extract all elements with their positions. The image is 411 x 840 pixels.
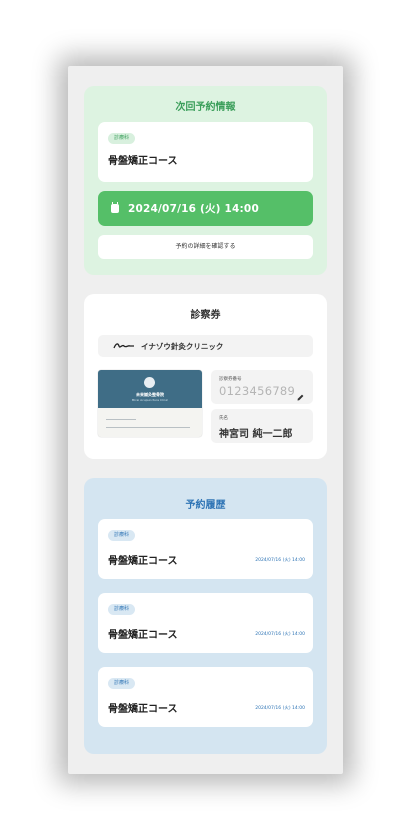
- reservation-datetime: 2024/07/16 (火) 14:00: [128, 203, 259, 215]
- next-reservation-card: 診療科 骨盤矯正コース: [98, 122, 313, 182]
- course-name: 骨盤矯正コース: [108, 156, 178, 167]
- course-name: 骨盤矯正コース: [108, 630, 178, 641]
- history-item[interactable]: 診療科 骨盤矯正コース 2024/07/16 (火) 14:00: [98, 667, 313, 727]
- reservation-datetime-button[interactable]: 2024/07/16 (火) 14:00: [98, 191, 313, 226]
- calendar-icon: [111, 202, 119, 213]
- category-badge: 診療科: [108, 530, 136, 541]
- course-name: 骨盤矯正コース: [108, 704, 178, 715]
- history-title: 予約履歴: [185, 500, 226, 511]
- clinic-logo-icon: [113, 342, 135, 350]
- course-name: 骨盤矯正コース: [108, 556, 178, 567]
- card-logo-icon: [144, 377, 155, 388]
- ticket-card-image: 未来鍼灸整骨院 Mirai Acupuncture Clinic: [98, 370, 202, 437]
- category-badge: 診療科: [108, 678, 136, 689]
- reservation-history-section: 予約履歴 診療科 骨盤矯正コース 2024/07/16 (火) 14:00 診療…: [84, 478, 327, 754]
- history-datetime: 2024/07/16 (火) 14:00: [255, 632, 305, 637]
- history-item[interactable]: 診療科 骨盤矯正コース 2024/07/16 (火) 14:00: [98, 519, 313, 579]
- patient-name-field: 氏名 神宮司 純一二郎: [211, 409, 313, 443]
- clinic-name: イナゾウ針灸クリニック: [141, 341, 224, 351]
- consultation-ticket-section: 診察券 イナゾウ針灸クリニック 未来鍼灸整骨院 Mirai Acupunctur…: [84, 294, 327, 459]
- ticket-number-value: 0123456789: [219, 384, 296, 398]
- ticket-title: 診察券: [190, 310, 221, 321]
- card-clinic-subtitle: Mirai Acupuncture Clinic: [131, 398, 169, 402]
- patient-name-label: 氏名: [219, 416, 228, 421]
- category-badge: 診療科: [108, 604, 136, 615]
- card-header-band: [98, 370, 202, 408]
- card-line: [106, 427, 190, 428]
- next-reservation-title: 次回予約情報: [175, 102, 236, 113]
- clinic-row: イナゾウ針灸クリニック: [98, 335, 313, 357]
- patient-name-value: 神宮司 純一二郎: [219, 429, 293, 440]
- ticket-number-field: 診察券番号 0123456789: [211, 370, 313, 404]
- history-item[interactable]: 診療科 骨盤矯正コース 2024/07/16 (火) 14:00: [98, 593, 313, 653]
- card-line: [106, 419, 136, 420]
- history-datetime: 2024/07/16 (火) 14:00: [255, 706, 305, 711]
- app-screen: 次回予約情報 診療科 骨盤矯正コース 2024/07/16 (火) 14:00 …: [68, 66, 343, 774]
- history-datetime: 2024/07/16 (火) 14:00: [255, 558, 305, 563]
- next-reservation-section: 次回予約情報 診療科 骨盤矯正コース 2024/07/16 (火) 14:00 …: [84, 86, 327, 275]
- view-details-button[interactable]: 予約の詳細を確認する: [98, 235, 313, 259]
- ticket-number-label: 診察券番号: [219, 377, 242, 382]
- pencil-icon[interactable]: [296, 387, 305, 401]
- category-badge: 診療科: [108, 133, 136, 144]
